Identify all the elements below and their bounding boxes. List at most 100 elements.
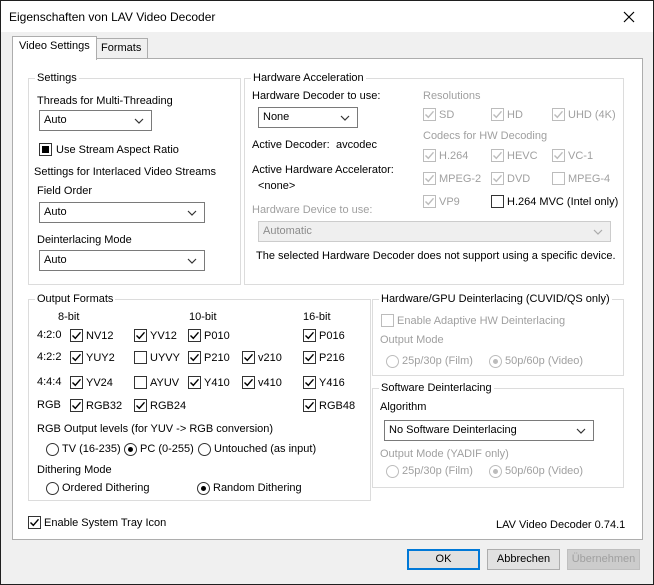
fmt-p010-checkbox[interactable]	[188, 329, 201, 342]
tab-panel: Settings Threads for Multi-Threading Aut…	[12, 58, 643, 540]
fmt-y410-checkbox[interactable]	[188, 376, 201, 389]
fmt-rgb24-label: RGB24	[150, 400, 187, 412]
fmt-yv24-checkbox[interactable]	[70, 376, 83, 389]
version-text: LAV Video Decoder 0.74.1	[496, 519, 626, 531]
checkmark-icon	[305, 401, 315, 410]
hw-decoder-select[interactable]: None	[258, 107, 358, 128]
sw-deint-film-radio[interactable]	[386, 465, 399, 478]
rgb-level-tv-radio[interactable]	[46, 443, 59, 456]
codec-h-264-mvc-intel-only-checkbox[interactable]	[491, 195, 504, 208]
col-header-16bit: 16-bit	[303, 311, 331, 323]
dither-ordered-radio[interactable]	[46, 482, 59, 495]
dither-random-radio[interactable]	[197, 482, 210, 495]
sw-deint-video-radio[interactable]	[489, 465, 502, 478]
close-icon	[623, 11, 635, 22]
hw-accel-group-title: Hardware Acceleration	[251, 72, 366, 85]
threads-select[interactable]: Auto	[39, 110, 152, 131]
checkmark-icon	[136, 331, 146, 340]
checkmark-icon	[244, 378, 254, 387]
tray-icon-checkbox[interactable]	[28, 516, 41, 529]
active-decoder-value: avcodec	[336, 139, 377, 151]
checkmark-icon	[190, 378, 200, 387]
hw-deint-group: Hardware/GPU Deinterlacing (CUVID/QS onl…	[372, 293, 624, 376]
field-order-select[interactable]: Auto	[39, 202, 205, 223]
output-formats-group-title: Output Formats	[35, 293, 116, 306]
fmt-uyvy-checkbox[interactable]	[134, 351, 147, 364]
fmt-ayuv-label: AYUV	[150, 377, 180, 389]
res-sd-label: SD	[439, 109, 455, 121]
hw-deint-video-radio[interactable]	[489, 355, 502, 368]
fmt-p216-checkbox[interactable]	[303, 351, 316, 364]
codec-dvd-label: DVD	[507, 173, 531, 185]
checkmark-icon	[554, 151, 564, 160]
checkmark-icon	[493, 110, 503, 119]
resolutions-label: Resolutions	[423, 90, 481, 102]
settings-group-title: Settings	[35, 72, 79, 85]
dither-random-label: Random Dithering	[213, 482, 302, 494]
fmt-yuy2-checkbox[interactable]	[70, 351, 83, 364]
codec-vc-1-checkbox[interactable]	[552, 149, 565, 162]
res-sd-checkbox[interactable]	[423, 108, 436, 121]
hw-device-select[interactable]: Automatic	[258, 221, 611, 242]
checkmark-icon	[72, 331, 82, 340]
fmt-rgb32-checkbox[interactable]	[70, 399, 83, 412]
tab-formats[interactable]: Formats	[94, 38, 149, 59]
fmt-rgb48-checkbox[interactable]	[303, 399, 316, 412]
codec-h-264-checkbox[interactable]	[423, 149, 436, 162]
stream-aspect-label: Use Stream Aspect Ratio	[56, 144, 179, 156]
settings-group: Settings Threads for Multi-Threading Aut…	[28, 72, 241, 285]
codec-hevc-checkbox[interactable]	[491, 149, 504, 162]
hw-decoder-value: None	[263, 111, 290, 123]
ok-button[interactable]: OK	[407, 549, 480, 570]
hw-device-value: Automatic	[263, 225, 312, 237]
chevron-down-icon	[187, 210, 197, 216]
sw-deint-algorithm-value: No Software Deinterlacing	[389, 424, 517, 436]
checkmark-icon	[425, 174, 435, 183]
fmt-v410-checkbox[interactable]	[242, 376, 255, 389]
tab-video-settings[interactable]: Video Settings	[12, 36, 97, 60]
res-hd-checkbox[interactable]	[491, 108, 504, 121]
codec-mpeg-2-checkbox[interactable]	[423, 172, 436, 185]
rgb-level-pc-radio[interactable]	[124, 443, 137, 456]
dither-label: Dithering Mode	[37, 464, 112, 476]
fmt-p210-checkbox[interactable]	[188, 351, 201, 364]
apply-button[interactable]: Übernehmen	[567, 549, 640, 570]
stream-aspect-checkbox[interactable]	[39, 143, 52, 156]
sw-deint-algorithm-select[interactable]: No Software Deinterlacing	[384, 420, 594, 441]
fmt-y416-checkbox[interactable]	[303, 376, 316, 389]
fmt-yv12-checkbox[interactable]	[134, 329, 147, 342]
res-uhd-4k-checkbox[interactable]	[552, 108, 565, 121]
tray-icon-label: Enable System Tray Icon	[44, 517, 167, 529]
close-button[interactable]	[609, 3, 649, 30]
hw-deint-film-radio[interactable]	[386, 355, 399, 368]
hw-deint-enable-checkbox[interactable]	[381, 314, 394, 327]
sw-deint-group: Software Deinterlacing Algorithm No Soft…	[372, 382, 624, 488]
cancel-button[interactable]: Abbrechen	[487, 549, 560, 570]
fmt-yv12-label: YV12	[150, 330, 177, 342]
fmt-ayuv-checkbox[interactable]	[134, 376, 147, 389]
rgb-level-untouched-radio[interactable]	[198, 443, 211, 456]
hw-decoder-label: Hardware Decoder to use:	[252, 90, 381, 102]
row-label-422: 4:2:2	[37, 351, 62, 363]
checkmark-icon	[425, 110, 435, 119]
dialog-window: Eigenschaften von LAV Video Decoder Vide…	[0, 0, 654, 585]
sw-deint-group-title: Software Deinterlacing	[379, 382, 494, 395]
deint-mode-select[interactable]: Auto	[39, 250, 205, 271]
rgb-levels-label: RGB Output levels (for YUV -> RGB conver…	[37, 423, 274, 435]
codec-mpeg-4-checkbox[interactable]	[552, 172, 565, 185]
window-title: Eigenschaften von LAV Video Decoder	[9, 10, 216, 24]
row-label-rgb: RGB	[37, 399, 61, 411]
codec-vp9-checkbox[interactable]	[423, 195, 436, 208]
fmt-nv12-checkbox[interactable]	[70, 329, 83, 342]
sw-deint-algorithm-label: Algorithm	[380, 401, 427, 413]
fmt-rgb24-checkbox[interactable]	[134, 399, 147, 412]
hw-device-label: Hardware Device to use:	[252, 204, 373, 216]
threads-label: Threads for Multi-Threading	[37, 95, 173, 107]
checkmark-icon	[554, 110, 564, 119]
codec-dvd-checkbox[interactable]	[491, 172, 504, 185]
hw-device-note: The selected Hardware Decoder does not s…	[256, 250, 616, 262]
fmt-p016-checkbox[interactable]	[303, 329, 316, 342]
checkmark-icon	[190, 353, 200, 362]
fmt-v210-checkbox[interactable]	[242, 351, 255, 364]
fmt-p216-label: P216	[319, 352, 345, 364]
